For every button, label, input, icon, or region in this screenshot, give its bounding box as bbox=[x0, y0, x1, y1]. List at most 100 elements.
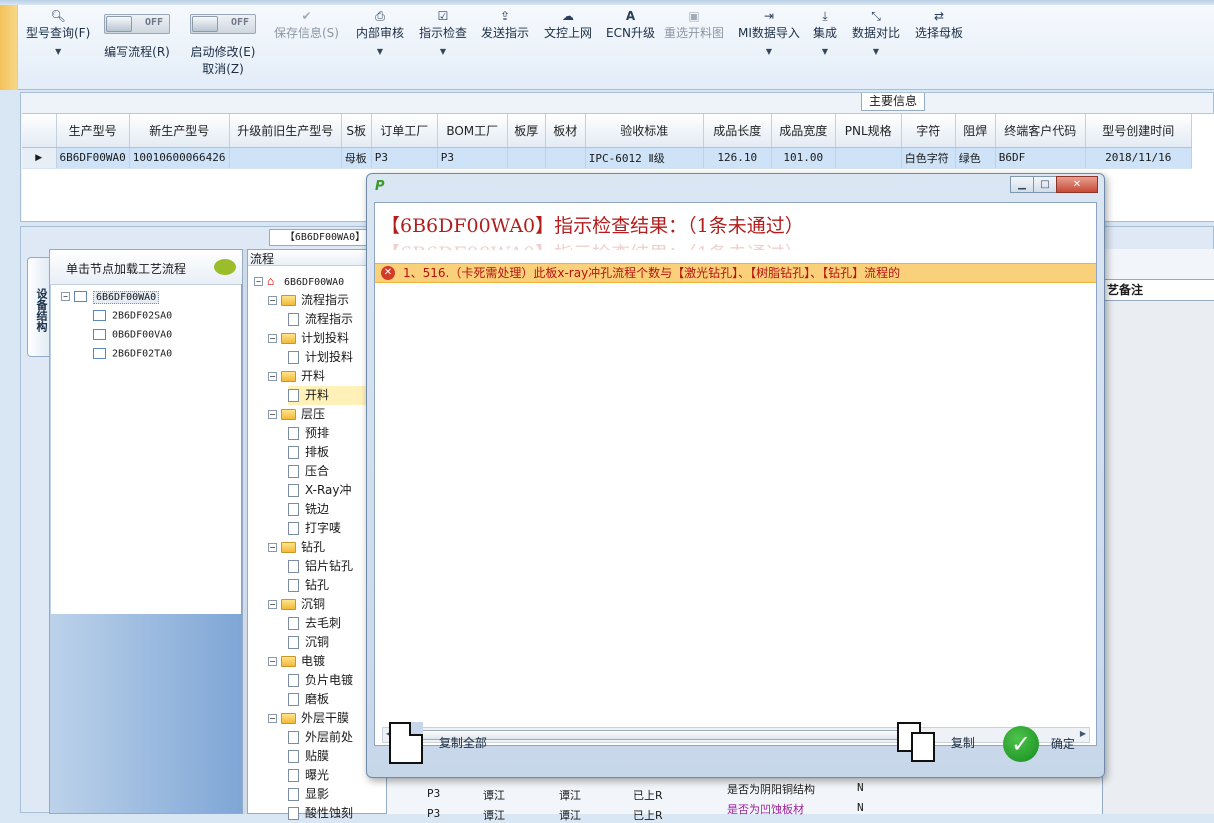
flow-step-node[interactable]: 预排 bbox=[288, 424, 329, 443]
tree-node-child[interactable]: 2B6DF02SA0 bbox=[93, 310, 172, 322]
collapse-icon[interactable]: − bbox=[268, 334, 277, 343]
collapse-icon[interactable]: − bbox=[268, 714, 277, 723]
tree-node-root[interactable]: −6B6DF00WA0 bbox=[61, 290, 160, 304]
column-header[interactable]: 升级前旧生产型号 bbox=[229, 114, 342, 148]
collapse-icon[interactable]: − bbox=[268, 410, 277, 419]
query-model-button[interactable]: 🔍︎ 型号查询(F) ▼ bbox=[26, 8, 90, 56]
table-cell[interactable]: 10010600066426 bbox=[129, 147, 230, 169]
integrate-button[interactable]: ⤓ 集成 ▼ bbox=[813, 8, 837, 56]
flow-step-node[interactable]: 排板 bbox=[288, 443, 329, 462]
flow-step-node[interactable]: 酸性蚀刻 bbox=[288, 804, 353, 823]
column-header[interactable]: 阻焊 bbox=[955, 114, 996, 148]
scroll-right-icon[interactable]: ▶ bbox=[1080, 729, 1086, 738]
ok-button[interactable]: ✓ 确定 bbox=[1003, 726, 1075, 762]
collapse-icon[interactable]: − bbox=[61, 292, 70, 301]
grid-corner[interactable] bbox=[22, 114, 57, 148]
column-header[interactable]: 终端客户代码 bbox=[995, 114, 1086, 148]
toggle-switch[interactable]: OFF bbox=[190, 14, 256, 34]
toggle-switch[interactable]: OFF bbox=[104, 14, 170, 34]
table-cell[interactable]: B6DF bbox=[995, 147, 1086, 169]
flow-folder-node[interactable]: − 电镀 bbox=[268, 652, 325, 671]
maximize-button[interactable]: □ bbox=[1033, 176, 1057, 193]
flow-step-node[interactable]: 去毛刺 bbox=[288, 614, 341, 633]
flow-step-node[interactable]: 钻孔 bbox=[288, 576, 329, 595]
table-cell[interactable]: 126.10 bbox=[703, 147, 772, 169]
column-header[interactable]: 板厚 bbox=[507, 114, 546, 148]
table-cell[interactable] bbox=[507, 147, 546, 169]
ecn-upgrade-button[interactable]: A ECN升级 bbox=[606, 8, 655, 41]
column-header[interactable]: 成品长度 bbox=[703, 114, 772, 148]
flow-step-node[interactable]: 打字唛 bbox=[288, 519, 341, 538]
speech-bubble-icon[interactable] bbox=[214, 259, 236, 275]
collapse-icon[interactable]: − bbox=[268, 543, 277, 552]
list-item[interactable]: ✕ 1、516.（卡死需处理）此板x-ray冲孔流程个数与【激光钻孔】、【树脂钻孔… bbox=[375, 263, 1096, 283]
instruction-check-button[interactable]: ☑ 指示检查 ▼ bbox=[419, 8, 467, 56]
column-header[interactable]: 成品宽度 bbox=[771, 114, 836, 148]
vertical-tab-equipment-structure[interactable]: 设备结构 bbox=[27, 257, 49, 357]
table-cell[interactable]: 白色字符 bbox=[901, 147, 956, 169]
select-mother-board-button[interactable]: ⇄ 选择母板 bbox=[915, 8, 963, 41]
table-cell[interactable]: 母板 bbox=[341, 147, 372, 169]
column-header[interactable]: 型号创建时间 bbox=[1085, 114, 1192, 148]
tree-node-child[interactable]: 2B6DF02TA0 bbox=[93, 348, 172, 360]
table-cell[interactable]: P3 bbox=[437, 147, 508, 169]
table-cell[interactable]: 绿色 bbox=[955, 147, 996, 169]
cancel-label[interactable]: 取消(Z) bbox=[202, 62, 244, 76]
minimize-button[interactable]: ▁ bbox=[1010, 176, 1034, 193]
send-instruction-button[interactable]: ⇪ 发送指示 bbox=[481, 8, 529, 41]
flow-folder-node[interactable]: − 外层干膜 bbox=[268, 709, 349, 728]
data-compare-button[interactable]: ⤡ 数据对比 ▼ bbox=[852, 8, 900, 56]
flow-step-node[interactable]: 铣边 bbox=[288, 500, 329, 519]
flow-step-node[interactable]: 铝片钻孔 bbox=[288, 557, 353, 576]
column-header[interactable]: 新生产型号 bbox=[129, 114, 230, 148]
table-cell[interactable]: 6B6DF00WA0 bbox=[56, 147, 130, 169]
table-cell[interactable]: 2018/11/16 bbox=[1085, 147, 1192, 169]
flow-step-node[interactable]: 沉铜 bbox=[288, 633, 329, 652]
collapse-icon[interactable]: − bbox=[268, 657, 277, 666]
table-cell[interactable] bbox=[545, 147, 586, 169]
column-header[interactable]: 生产型号 bbox=[56, 114, 130, 148]
tech-note-tab[interactable]: 艺备注 bbox=[1102, 279, 1214, 301]
collapse-icon[interactable]: − bbox=[254, 277, 263, 286]
tree-node-child[interactable]: 0B6DF00VA0 bbox=[93, 329, 172, 341]
main-info-tab[interactable]: 主要信息 bbox=[861, 93, 925, 111]
column-header[interactable]: 验收标准 bbox=[585, 114, 704, 148]
collapse-icon[interactable]: − bbox=[268, 296, 277, 305]
flow-folder-node[interactable]: − 计划投料 bbox=[268, 329, 349, 348]
flow-root-node[interactable]: − ⌂ 6B6DF00WA0 bbox=[254, 272, 344, 291]
flow-folder-node[interactable]: − 流程指示 bbox=[268, 291, 349, 310]
column-header[interactable]: BOM工厂 bbox=[437, 114, 508, 148]
table-row[interactable]: ▶ 6B6DF00WA0 10010600066426 母板 P3 P3 IPC… bbox=[22, 147, 1192, 169]
table-cell[interactable] bbox=[229, 147, 342, 169]
save-info-button[interactable]: ✔ 保存信息(S) bbox=[274, 8, 339, 41]
flow-step-node[interactable]: 流程指示 bbox=[288, 310, 353, 329]
start-modify-toggle[interactable]: OFF 启动修改(E) 取消(Z) bbox=[190, 14, 256, 77]
reselect-cutting-chart-button[interactable]: ▣ 重选开料图 bbox=[664, 8, 724, 41]
column-header[interactable]: S板 bbox=[341, 114, 372, 148]
internal-review-button[interactable]: ⎙ 内部审核 ▼ bbox=[356, 8, 404, 56]
flow-step-node[interactable]: X-Ray冲 bbox=[288, 481, 351, 500]
table-cell[interactable] bbox=[835, 147, 902, 169]
flow-folder-node[interactable]: − 层压 bbox=[268, 405, 325, 424]
flow-folder-node[interactable]: − 开料 bbox=[268, 367, 325, 386]
flow-step-node[interactable]: 显影 bbox=[288, 785, 329, 804]
table-cell[interactable]: 101.00 bbox=[771, 147, 836, 169]
flow-step-node[interactable]: 外层前处 bbox=[288, 728, 353, 747]
flow-folder-node[interactable]: − 钻孔 bbox=[268, 538, 325, 557]
flow-step-node[interactable]: 负片电镀 bbox=[288, 671, 353, 690]
collapse-icon[interactable]: − bbox=[268, 372, 277, 381]
mi-data-import-button[interactable]: ⇥ MI数据导入 ▼ bbox=[738, 8, 800, 56]
write-flow-toggle[interactable]: OFF 编写流程(R) bbox=[104, 14, 170, 60]
copy-all-button[interactable]: 复制全部 bbox=[389, 722, 487, 764]
flow-step-node[interactable]: 计划投料 bbox=[288, 348, 353, 367]
doc-control-online-button[interactable]: ☁ 文控上网 bbox=[544, 8, 592, 41]
horizontal-scrollbar[interactable]: ◀ ▶ bbox=[382, 727, 1090, 743]
close-button[interactable]: ✕ bbox=[1056, 176, 1098, 193]
table-cell[interactable]: P3 bbox=[371, 147, 438, 169]
flow-step-node[interactable]: 压合 bbox=[288, 462, 329, 481]
module-tab[interactable]: 【6B6DF00WA0】 bbox=[269, 229, 381, 246]
flow-step-node[interactable]: 贴膜 bbox=[288, 747, 329, 766]
collapse-icon[interactable]: − bbox=[268, 600, 277, 609]
column-header[interactable]: PNL规格 bbox=[835, 114, 902, 148]
flow-folder-node[interactable]: − 沉铜 bbox=[268, 595, 325, 614]
